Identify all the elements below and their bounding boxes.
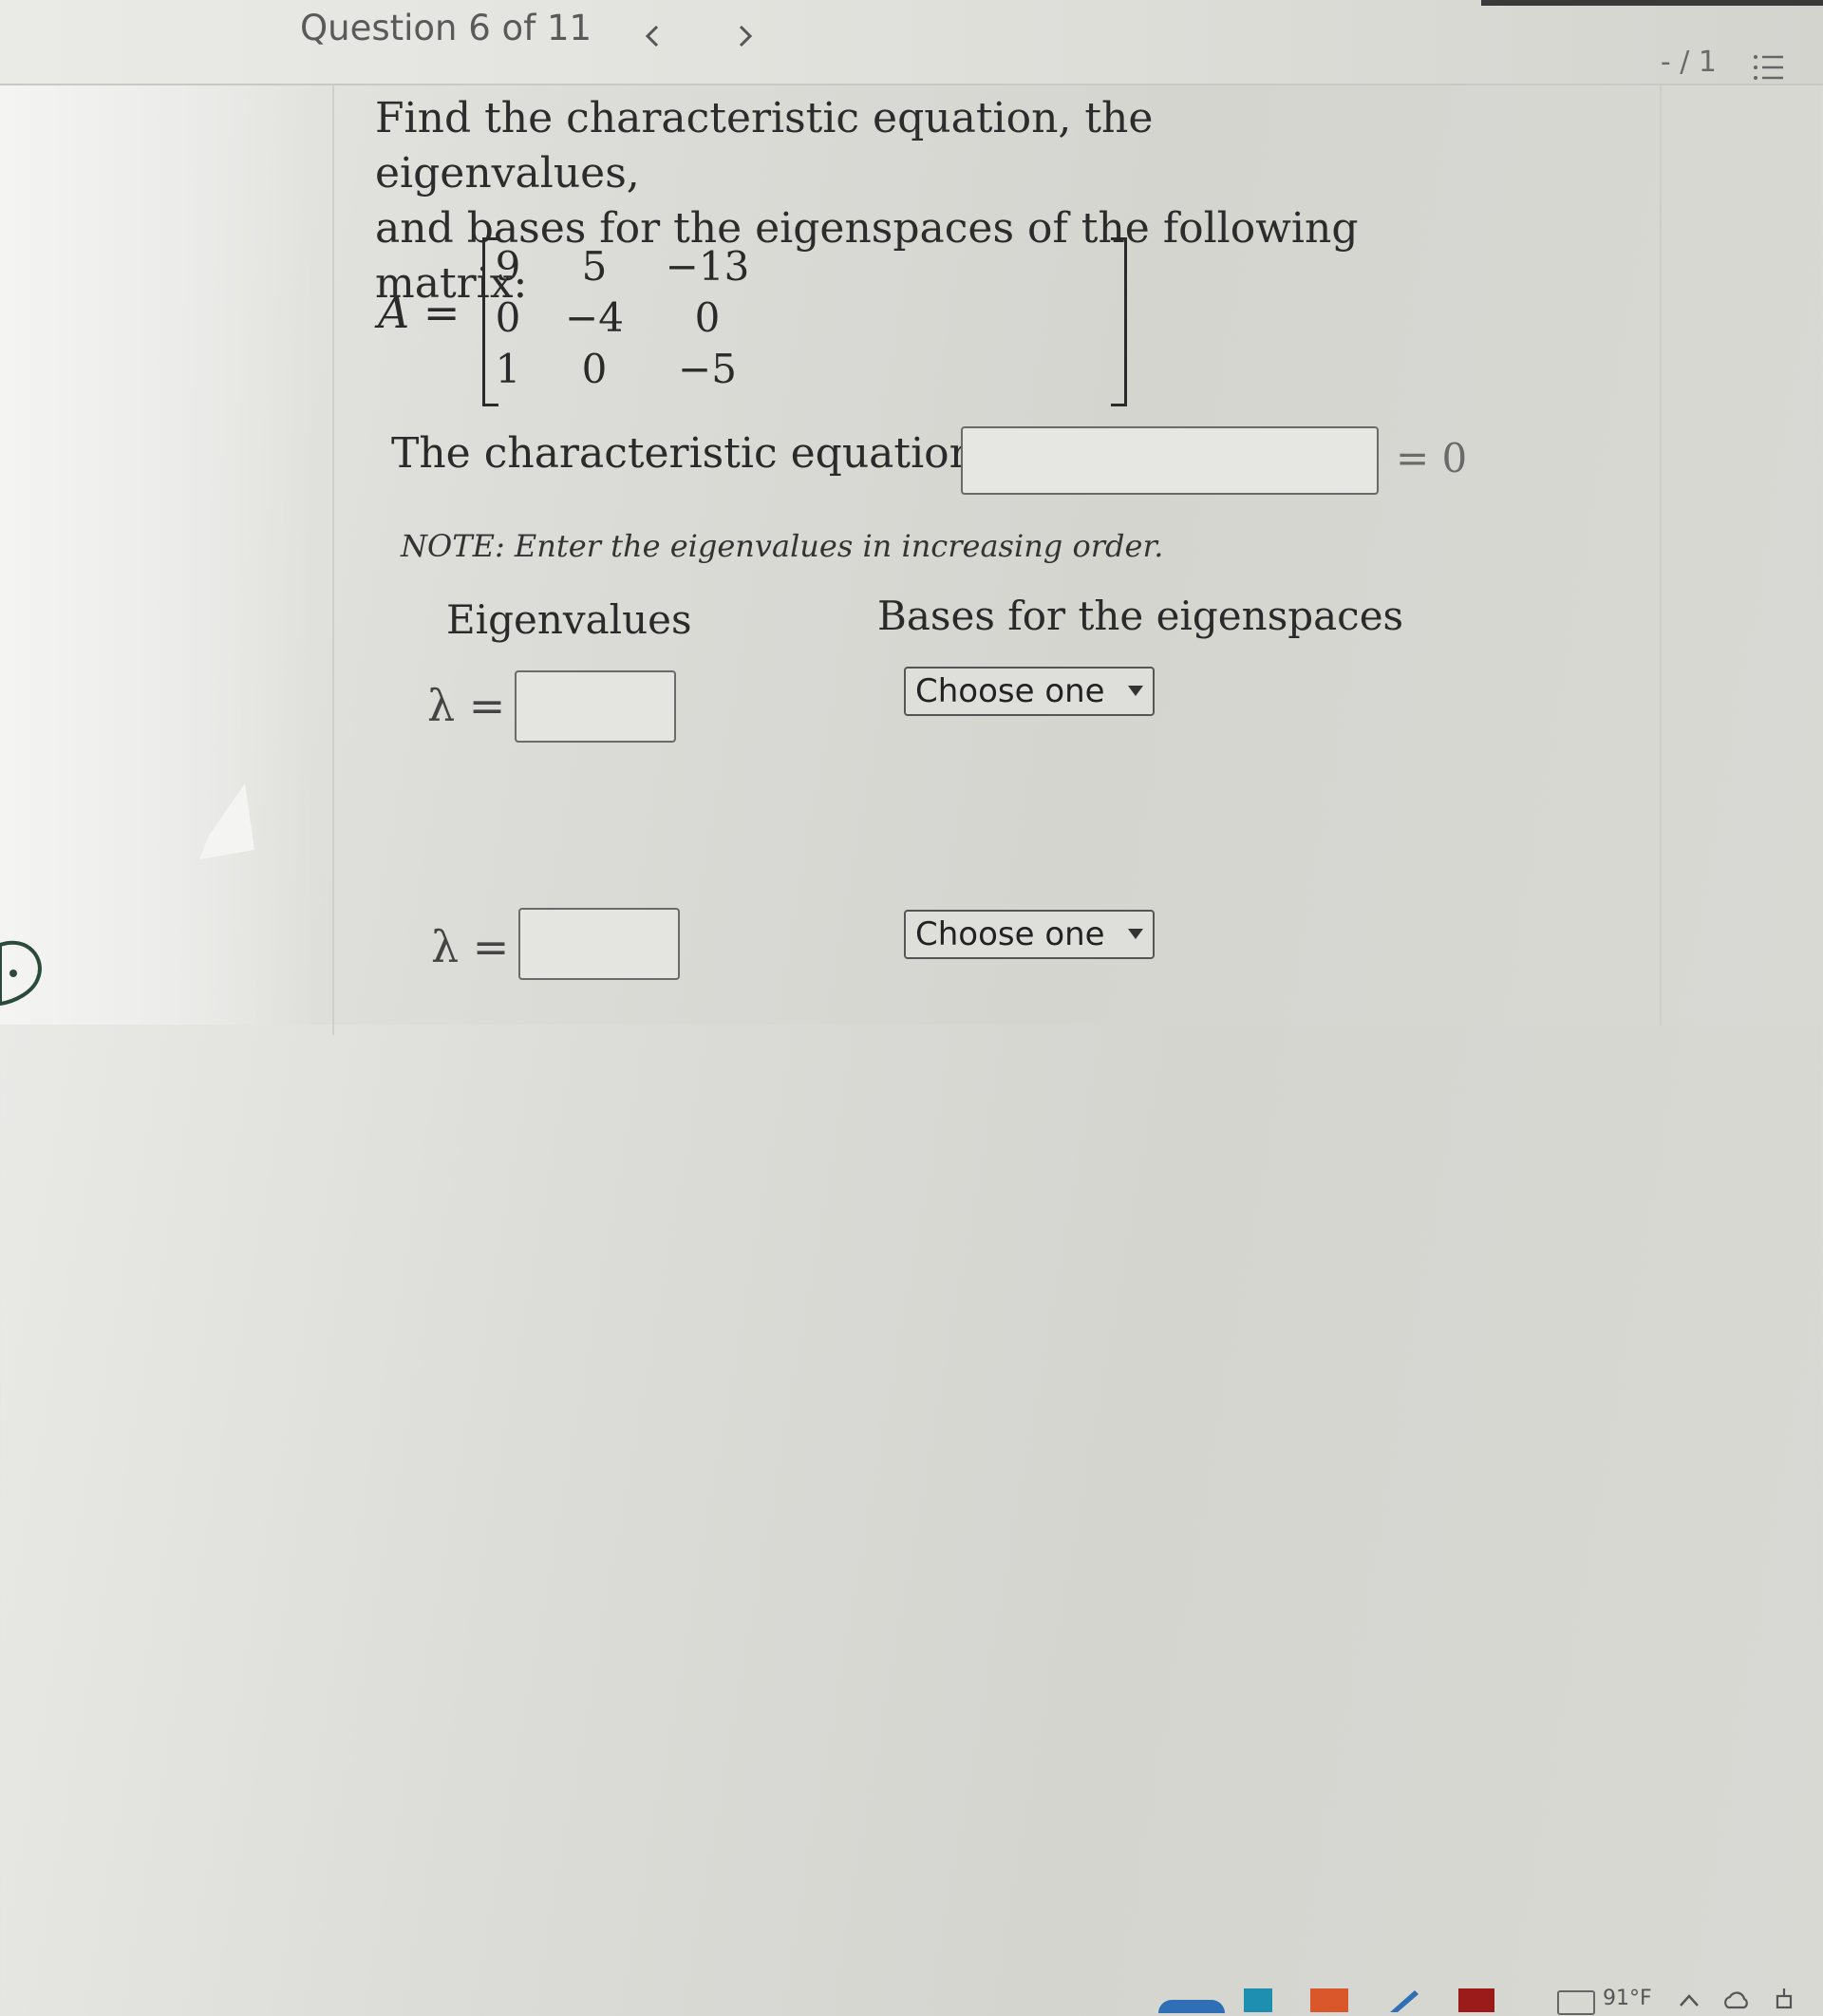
characteristic-equation-input[interactable]: [961, 426, 1379, 495]
lambda-label: λ =: [427, 680, 506, 731]
eigenvalue-input[interactable]: [518, 908, 680, 980]
matrix-cell: 5: [581, 243, 608, 290]
question-list-button[interactable]: [1753, 51, 1785, 84]
matrix-cell: −4: [565, 294, 624, 341]
caret-down-icon: [1128, 686, 1143, 696]
matrix-cell: 0: [581, 346, 608, 392]
basis-select[interactable]: Choose one: [904, 667, 1155, 716]
question-counter: Question 6 of 11: [300, 8, 592, 48]
list-icon: [1754, 55, 1783, 80]
cloud-icon[interactable]: [1722, 1988, 1751, 2012]
caret-down-icon: [1128, 929, 1143, 939]
matrix-name: A: [378, 287, 410, 338]
taskbar-app-icon[interactable]: [1386, 1988, 1420, 2012]
weather-temperature[interactable]: 91°F: [1603, 1987, 1652, 2010]
bases-header: Bases for the eigenspaces: [877, 593, 1404, 639]
top-strip: [1481, 0, 1823, 6]
card-right-border: [1660, 85, 1662, 1026]
matrix-cell: −5: [678, 346, 737, 392]
select-label: Choose one: [915, 915, 1105, 953]
chevron-up-icon[interactable]: [1677, 1988, 1701, 2012]
score-indicator: - / 1: [1660, 46, 1717, 79]
network-icon[interactable]: [1772, 1988, 1796, 2012]
matrix-equals: =: [423, 287, 460, 338]
select-label: Choose one: [915, 672, 1105, 710]
order-note: NOTE: Enter the eigenvalues in increasin…: [401, 528, 1164, 564]
eigenvalue-input[interactable]: [515, 670, 676, 743]
light-reflection: [199, 783, 254, 859]
basis-select[interactable]: Choose one: [904, 910, 1155, 959]
taskbar-app-icon[interactable]: [1244, 1988, 1272, 2012]
next-question-button[interactable]: [731, 17, 760, 55]
prompt-line-1: Find the characteristic equation, the ei…: [375, 94, 1154, 198]
taskbar-app-icon[interactable]: [1310, 1988, 1348, 2012]
matrix-cell: 0: [694, 294, 721, 341]
chevron-right-icon: [739, 25, 753, 47]
prev-question-button[interactable]: [638, 17, 667, 55]
equals-zero-label: = 0: [1396, 435, 1468, 481]
right-bracket: [1111, 237, 1127, 406]
eigenvalues-header: Eigenvalues: [446, 596, 692, 643]
taskbar-app-icon[interactable]: [1458, 1988, 1494, 2012]
matrix-label: A =: [378, 287, 460, 338]
weather-widget-icon[interactable]: [1557, 1990, 1595, 2015]
vscode-icon: [1390, 1990, 1419, 2012]
screen-glare: [0, 0, 313, 1025]
chevron-left-icon: [645, 25, 659, 47]
characteristic-equation-label: The characteristic equation is: [391, 429, 1024, 478]
question-header: Question 6 of 11 - / 1: [0, 0, 1823, 85]
taskbar: 91°F: [0, 988, 1823, 2015]
taskbar-app-icon[interactable]: [1158, 2000, 1225, 2013]
lambda-label: λ =: [431, 921, 510, 972]
matrix-cell: −13: [665, 243, 750, 290]
